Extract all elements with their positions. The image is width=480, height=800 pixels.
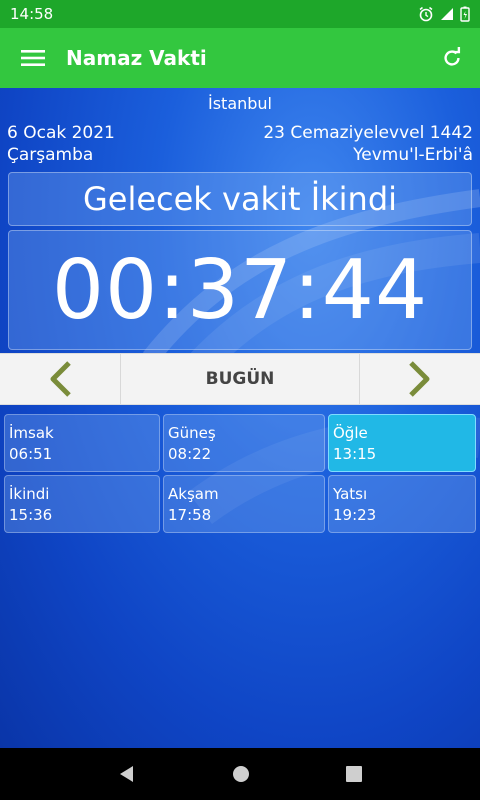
hamburger-icon	[21, 50, 45, 66]
prayer-name: Yatsı	[333, 485, 368, 503]
prayer-times-grid: İmsak 06:51 Güneş 08:22 Öğle 13:15 İkind…	[4, 414, 476, 533]
prayer-name: Akşam	[168, 485, 219, 503]
day-navigation: BUGÜN	[0, 353, 480, 405]
prayer-time: 19:23	[333, 506, 377, 524]
prayer-name: Öğle	[333, 424, 368, 442]
prayer-cell-imsak: İmsak 06:51	[4, 414, 160, 472]
prayer-time: 08:22	[168, 445, 212, 463]
app-bar: Namaz Vakti	[0, 28, 480, 88]
countdown-timer: 00:37:44	[8, 230, 472, 350]
system-navigation-bar	[0, 748, 480, 800]
signal-icon	[441, 8, 453, 20]
location-city[interactable]: İstanbul	[0, 94, 480, 113]
prayer-cell-gunes: Güneş 08:22	[163, 414, 325, 472]
prayer-name: İkindi	[9, 485, 50, 503]
gregorian-date: 6 Ocak 2021	[7, 123, 115, 143]
prayer-time: 06:51	[9, 445, 53, 463]
chevron-right-icon	[409, 361, 430, 397]
home-icon[interactable]	[231, 764, 251, 784]
menu-button[interactable]	[0, 28, 66, 88]
next-prayer-label: Gelecek vakit İkindi	[8, 172, 472, 226]
gregorian-day: Çarşamba	[7, 145, 94, 165]
hijri-day: Yevmu'l-Erbi'â	[353, 145, 473, 165]
prayer-cell-ogle: Öğle 13:15	[328, 414, 476, 472]
gregorian-date-block: 6 Ocak 2021 Çarşamba	[7, 122, 115, 166]
hijri-date-block: 23 Cemaziyelevvel 1442 Yevmu'l-Erbi'â	[263, 122, 473, 166]
app-title: Namaz Vakti	[66, 46, 207, 70]
status-time: 14:58	[10, 5, 54, 23]
prayer-cell-aksam: Akşam 17:58	[163, 475, 325, 533]
current-day-label[interactable]: BUGÜN	[120, 354, 360, 404]
prayer-cell-ikindi: İkindi 15:36	[4, 475, 160, 533]
prayer-name: İmsak	[9, 424, 54, 442]
next-day-button[interactable]	[360, 354, 480, 404]
refresh-button[interactable]	[424, 28, 480, 88]
hijri-date: 23 Cemaziyelevvel 1442	[263, 123, 473, 143]
prayer-name: Güneş	[168, 424, 216, 442]
back-icon[interactable]	[117, 764, 137, 784]
status-bar: 14:58	[0, 0, 480, 28]
prayer-cell-yatsi: Yatsı 19:23	[328, 475, 476, 533]
chevron-left-icon	[50, 361, 71, 397]
prayer-time: 13:15	[333, 445, 377, 463]
recents-icon[interactable]	[345, 765, 363, 783]
main-content: İstanbul 6 Ocak 2021 Çarşamba 23 Cemaziy…	[0, 88, 480, 748]
status-icons	[418, 6, 470, 22]
battery-icon	[460, 6, 470, 22]
prayer-time: 15:36	[9, 506, 53, 524]
previous-day-button[interactable]	[0, 354, 120, 404]
refresh-icon	[444, 47, 461, 66]
alarm-icon	[419, 6, 433, 22]
prayer-time: 17:58	[168, 506, 212, 524]
